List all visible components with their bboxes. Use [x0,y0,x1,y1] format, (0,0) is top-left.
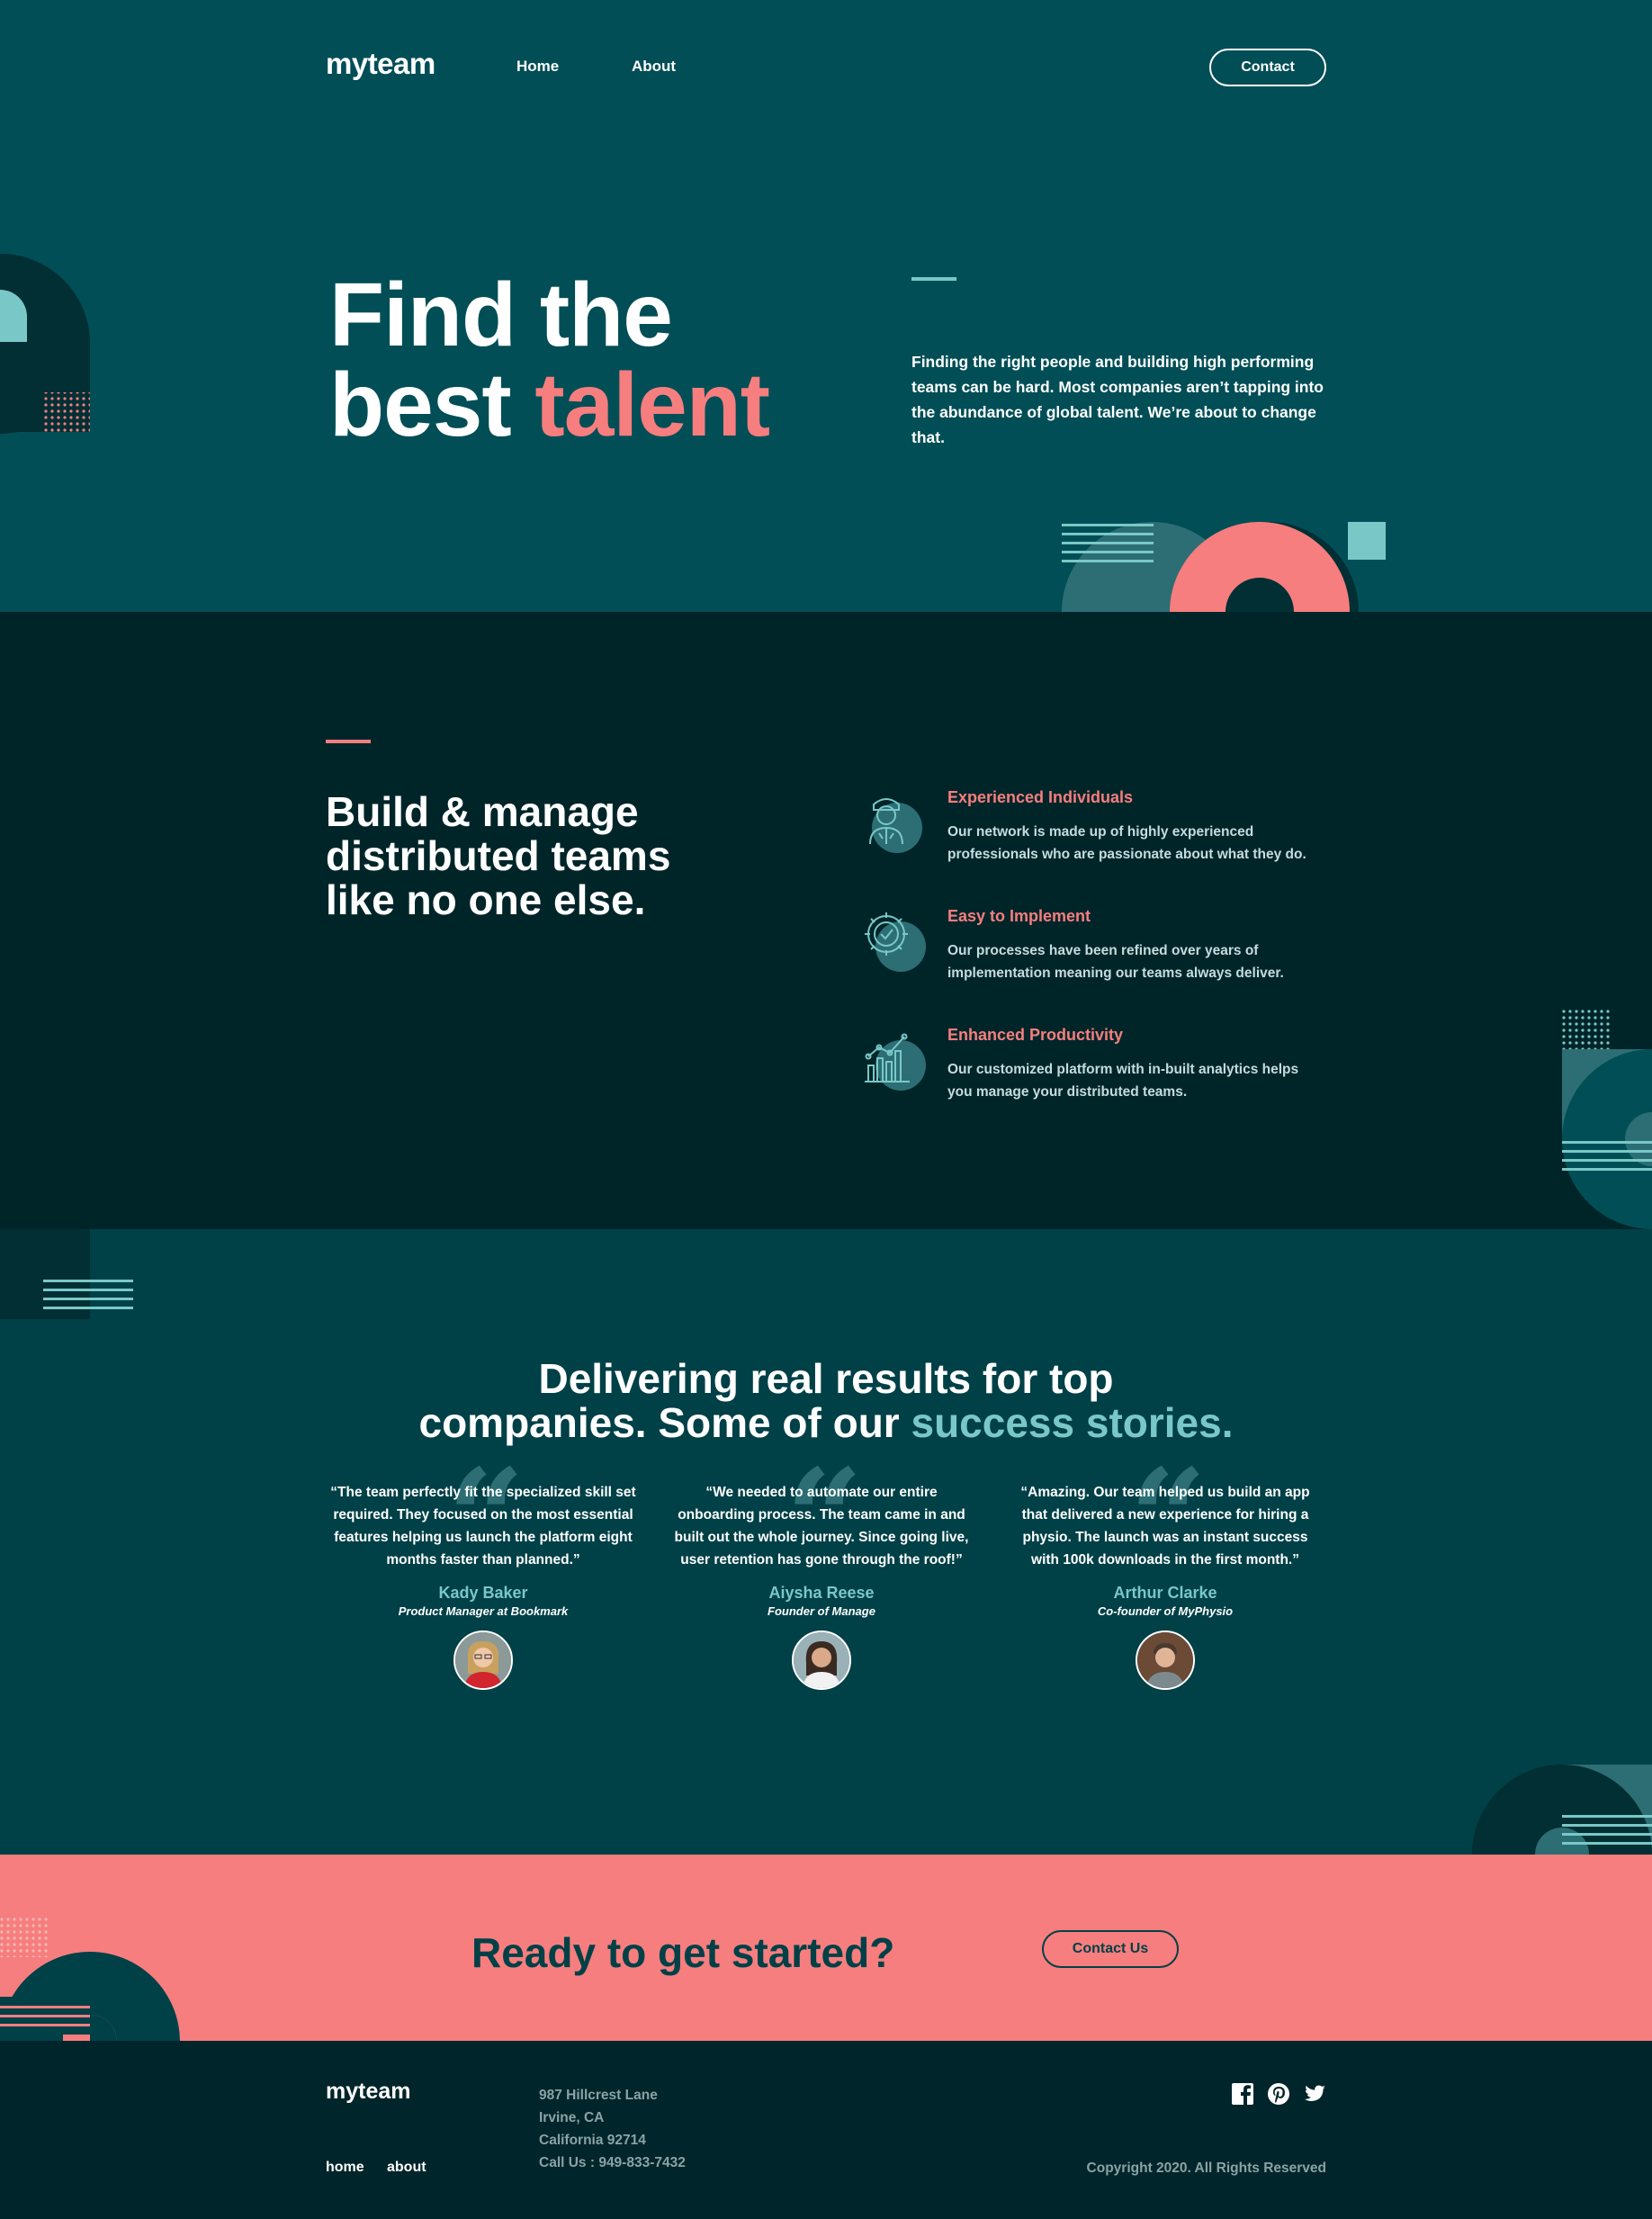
logo[interactable]: myteam [326,47,435,81]
address-line: Irvine, CA [539,2110,605,2125]
feature-title: Enhanced Productivity [947,1026,1124,1044]
gear-check-icon [865,912,926,972]
address-line: California 92714 [539,2133,646,2148]
hero-decoration-bottom [1062,522,1386,612]
testimonial-card: “ “The team perfectly fit the specialize… [330,1451,636,1690]
hero-title-line1: Find the [329,265,673,365]
features-decoration-right [1562,1010,1652,1229]
twitter-icon[interactable] [1303,2082,1326,2106]
footer-logo[interactable]: myteam [326,2079,411,2105]
testimonial-quote: “The team perfectly fit the specialized … [330,1485,636,1568]
address-line: 987 Hillcrest Lane [539,2088,658,2103]
copyright-text: Copyright 2020. All Rights Reserved [1086,2161,1326,2176]
avatar [792,1631,851,1690]
cta-section: Ready to get started? Contact Us [0,1855,1652,2041]
avatar [1136,1631,1195,1690]
footer-address: 987 Hillcrest Lane Irvine, CA California… [539,2084,686,2174]
hero-title-line2: best [329,355,535,455]
feature-text: Our customized platform with in-built an… [947,1062,1299,1100]
testimonials-title: Delivering real results for top companie… [0,1357,1652,1445]
footer: myteam home about 987 Hillcrest Lane Irv… [0,2041,1652,2219]
avatar-kady-image [455,1632,511,1688]
cta-decoration-left [0,1918,180,2041]
feature-title: Easy to Implement [947,907,1091,925]
hero-title-accent: talent [534,355,770,455]
pinterest-icon[interactable] [1267,2082,1290,2106]
hero-section: myteam Home About Contact Find the best … [0,0,1652,612]
testimonial-name: Arthur Clarke [1113,1584,1217,1602]
testimonials-title-line1: Delivering real results for top [538,1355,1114,1402]
person-icon [869,798,922,853]
testimonial-card: “ “Amazing. Our team helped us build an … [1012,1451,1318,1690]
testimonial-name: Aiysha Reese [768,1584,875,1602]
testimonial-name: Kady Baker [438,1584,528,1602]
contact-button[interactable]: Contact [1209,49,1326,86]
nav-home-link[interactable]: Home [516,58,559,76]
cta-title: Ready to get started? [471,1929,895,1976]
testimonials-section: Delivering real results for top companie… [0,1229,1652,1855]
testimonial-role: Product Manager at Bookmark [398,1604,569,1618]
social-links [1231,2082,1326,2107]
nav-about-link[interactable]: About [632,58,676,76]
features-section: Build & manage distributed teams like no… [0,612,1652,1229]
feature-title: Experienced Individuals [947,788,1134,806]
avatar-arthur-image [1137,1632,1193,1688]
chart-growth-icon [865,1033,926,1091]
testimonials-decoration-left [0,1229,133,1319]
testimonial-quote: “We needed to automate our entire onboar… [674,1485,969,1568]
testimonial-quote: “Amazing. Our team helped us build an ap… [1020,1485,1310,1568]
feature-text: Our processes have been refined over yea… [947,943,1284,981]
top-nav: myteam Home About Contact [326,47,1326,86]
hero-description: Finding the right people and building hi… [911,353,1324,446]
hero-decoration-left [0,254,90,434]
testimonial-role: Co-founder of MyPhysio [1097,1604,1234,1618]
features-title: Build & manage distributed teams like no… [326,788,671,923]
phone-line: Call Us : 949-833-7432 [539,2155,686,2170]
contact-us-button[interactable]: Contact Us [1042,1930,1179,1968]
footer-about-link[interactable]: about [387,2160,426,2176]
footer-home-link[interactable]: home [326,2160,364,2176]
testimonial-role: Founder of Manage [768,1604,875,1618]
avatar [453,1631,513,1690]
testimonial-card: “ “We needed to automate our entire onbo… [669,1451,974,1690]
hero-divider [911,277,956,281]
features-divider [326,740,371,743]
facebook-icon[interactable] [1231,2082,1254,2106]
feature-text: Our network is made up of highly experie… [947,824,1306,862]
testimonials-decoration-right [1472,1765,1652,1855]
hero-title: Find the best talent [329,270,770,450]
avatar-aiysha-image [794,1632,849,1688]
